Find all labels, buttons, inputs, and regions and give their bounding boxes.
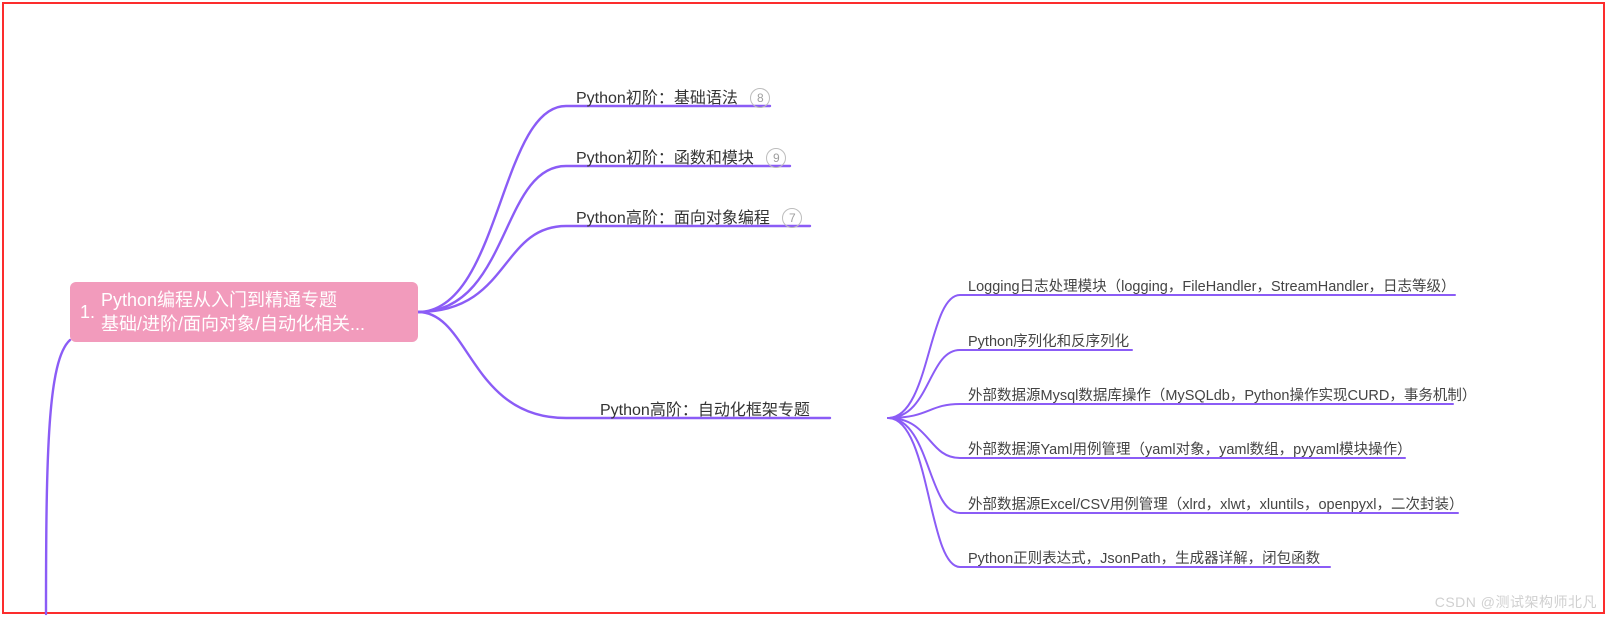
node-label: Python序列化和反序列化 bbox=[968, 334, 1129, 350]
node-yaml[interactable]: 外部数据源Yaml用例管理（yaml对象，yaml数组，pyyaml模块操作） bbox=[968, 438, 1412, 459]
node-regex-jsonpath[interactable]: Python正则表达式，JsonPath，生成器详解，闭包函数 bbox=[968, 547, 1320, 568]
node-python-basic-syntax[interactable]: Python初阶：基础语法 8 bbox=[576, 84, 770, 108]
node-label: Python初阶：基础语法 bbox=[576, 90, 738, 107]
node-label: Python初阶：函数和模块 bbox=[576, 150, 754, 167]
count-badge: 8 bbox=[750, 88, 770, 108]
node-python-functions-modules[interactable]: Python初阶：函数和模块 9 bbox=[576, 144, 786, 168]
node-label: Python高阶：自动化框架专题 bbox=[600, 402, 810, 419]
root-title-line2: 基础/进阶/面向对象/自动化相关... bbox=[101, 312, 365, 336]
node-label: Python高阶：面向对象编程 bbox=[576, 210, 770, 227]
watermark: CSDN @测试架构师北凡 bbox=[1435, 592, 1597, 612]
node-mysql[interactable]: 外部数据源Mysql数据库操作（MySQLdb，Python操作实现CURD，事… bbox=[968, 384, 1476, 405]
node-python-automation[interactable]: Python高阶：自动化框架专题 bbox=[600, 396, 810, 420]
root-number: 1. bbox=[80, 300, 95, 324]
node-label: 外部数据源Excel/CSV用例管理（xlrd，xlwt，xluntils，op… bbox=[968, 497, 1464, 513]
node-label: Python正则表达式，JsonPath，生成器详解，闭包函数 bbox=[968, 551, 1320, 567]
count-badge: 9 bbox=[766, 148, 786, 168]
node-serialization[interactable]: Python序列化和反序列化 bbox=[968, 330, 1129, 351]
node-label: 外部数据源Mysql数据库操作（MySQLdb，Python操作实现CURD，事… bbox=[968, 388, 1476, 404]
mindmap-root-node[interactable]: 1. Python编程从入门到精通专题 基础/进阶/面向对象/自动化相关... bbox=[70, 282, 418, 342]
node-logging[interactable]: Logging日志处理模块（logging，FileHandler，Stream… bbox=[968, 275, 1456, 296]
root-title-line1: Python编程从入门到精通专题 bbox=[101, 288, 365, 312]
node-python-oop[interactable]: Python高阶：面向对象编程 7 bbox=[576, 204, 802, 228]
node-label: 外部数据源Yaml用例管理（yaml对象，yaml数组，pyyaml模块操作） bbox=[968, 442, 1412, 458]
node-excel-csv[interactable]: 外部数据源Excel/CSV用例管理（xlrd，xlwt，xluntils，op… bbox=[968, 493, 1464, 514]
node-label: Logging日志处理模块（logging，FileHandler，Stream… bbox=[968, 279, 1456, 295]
count-badge: 7 bbox=[782, 208, 802, 228]
